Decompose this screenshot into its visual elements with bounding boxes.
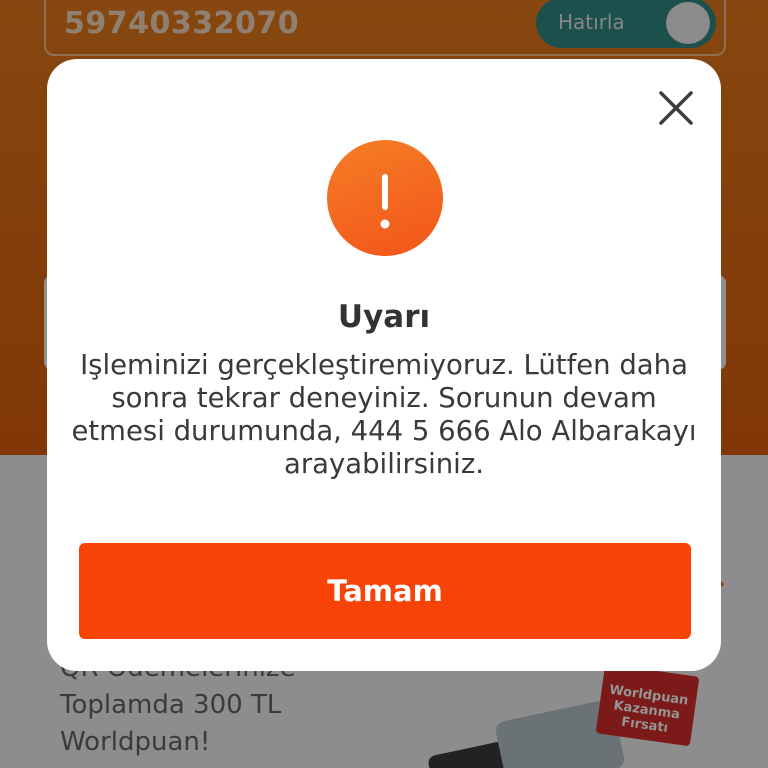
exclamation-icon xyxy=(327,140,443,256)
close-icon[interactable] xyxy=(653,85,699,131)
dialog-title: Uyarı xyxy=(337,299,431,335)
dialog-message: Işleminizi gerçekleştiremiyoruz. Lütfen … xyxy=(71,349,697,480)
alert-dialog: Uyarı Işleminizi gerçekleştiremiyoruz. L… xyxy=(47,59,721,671)
ok-button[interactable]: Tamam xyxy=(79,543,691,639)
